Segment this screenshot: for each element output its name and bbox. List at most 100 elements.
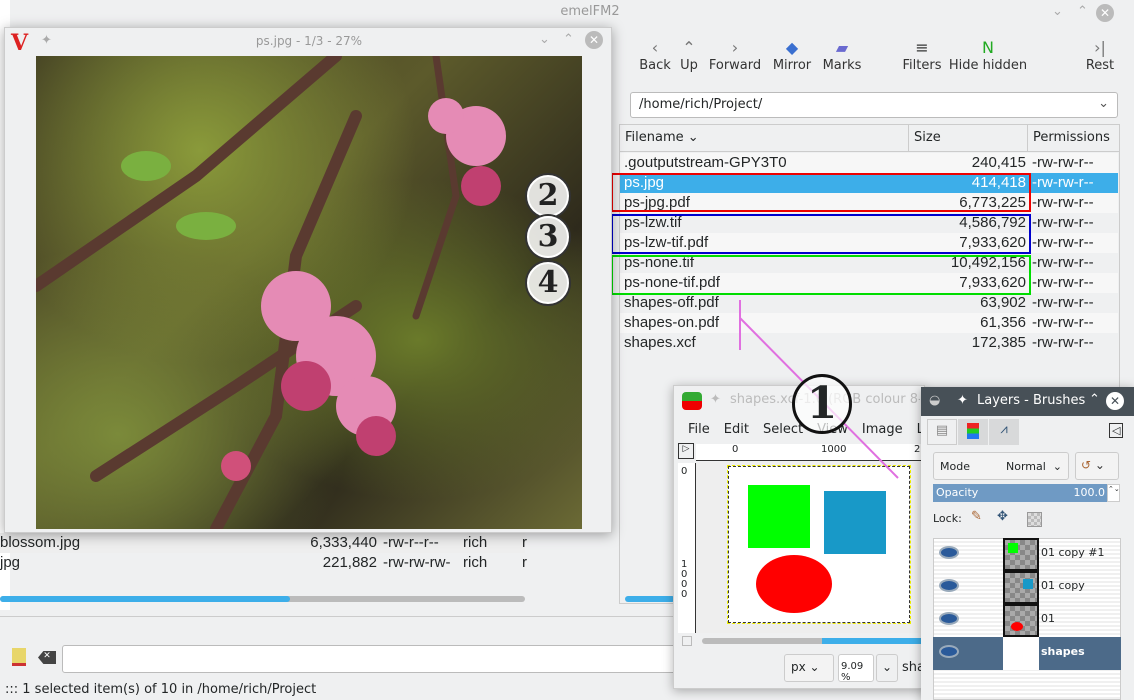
image-canvas[interactable] xyxy=(727,465,911,624)
tab-paths[interactable]: ⩘ xyxy=(989,419,1019,445)
image-viewer-window: V ✦ ps.jpg - 1/3 - 27% ⌄ ⌃ ✕ xyxy=(4,27,612,533)
zoom-input[interactable]: 9.09 % xyxy=(838,654,874,683)
column-permissions[interactable]: Permissions xyxy=(1027,124,1120,152)
gimp-image-window: ✦ shapes.xcf-1.0 (RGB colour 8-bit FileE… xyxy=(673,385,926,689)
visibility-eye-icon[interactable] xyxy=(939,645,959,658)
file-permissions: -rw-rw-r-- xyxy=(1032,274,1094,291)
lock-pixels-icon[interactable]: ✎ xyxy=(971,509,982,524)
menu-file[interactable]: File xyxy=(688,422,710,437)
visibility-eye-icon[interactable] xyxy=(939,579,959,592)
file-name: blossom.jpg xyxy=(0,534,81,551)
visibility-eye-icon[interactable] xyxy=(939,612,959,625)
menu-image[interactable]: Image xyxy=(862,422,903,437)
opacity-spinner[interactable]: ⌃⌄ xyxy=(1107,484,1120,502)
file-permissions: -rw-rw-r-- xyxy=(1032,154,1094,171)
close-button[interactable]: ✕ xyxy=(1106,392,1124,410)
file-row[interactable]: shapes-on.pdf 61,356 -rw-rw-r-- xyxy=(620,313,1118,333)
horizontal-ruler: 0 1000 2 xyxy=(696,444,926,461)
file-row[interactable]: shapes-off.pdf 63,902 -rw-rw-r-- xyxy=(620,293,1118,313)
minimize-button[interactable]: ⌄ xyxy=(1052,4,1063,19)
zoom-dropdown[interactable]: ⌄ xyxy=(876,654,898,682)
gimp-logo-icon xyxy=(682,392,702,410)
layer-name: shapes xyxy=(1041,645,1085,658)
file-name: .goutputstream-GPY3T0 xyxy=(624,154,787,171)
visibility-eye-icon[interactable] xyxy=(939,546,959,559)
mode-select[interactable]: Mode Normal ⌄ xyxy=(933,452,1069,480)
toolbar-button-hide-hidden[interactable]: N Hide hidden xyxy=(948,36,1028,74)
unit-value: px xyxy=(791,660,806,674)
layer-row[interactable]: 01 xyxy=(933,604,1121,637)
column-filename[interactable]: Filename ⌄ xyxy=(620,124,908,152)
file-row[interactable]: .goutputstream-GPY3T0 240,415 -rw-rw-r-- xyxy=(620,153,1118,173)
layer-row[interactable]: 01 copy xyxy=(933,571,1121,604)
file-size: 6,333,440 xyxy=(310,534,377,551)
bookmark-icon[interactable] xyxy=(12,648,26,666)
file-name: jpg xyxy=(0,554,21,571)
column-label: Permissions xyxy=(1033,130,1110,145)
tab-channels[interactable] xyxy=(958,419,988,445)
toolbar-label: Marks xyxy=(822,58,862,73)
file-permissions: -rw-rw-r-- xyxy=(1032,234,1094,251)
tab-layers[interactable]: ▤ xyxy=(927,419,957,445)
layer-thumbnail xyxy=(1003,637,1039,670)
annotation-1: 1 xyxy=(792,374,852,434)
ruler-label: 1000 xyxy=(681,559,688,600)
vertical-ruler: 0 1000 xyxy=(678,463,696,633)
file-row[interactable]: blossom.jpg 6,333,440 -rw-r--r-- rich r xyxy=(0,533,527,553)
unit-select[interactable]: px ⌄ xyxy=(784,654,834,682)
highlight-box-green xyxy=(611,255,1031,295)
lock-position-icon[interactable]: ✥ xyxy=(997,509,1008,524)
maximize-button[interactable]: ⌃ xyxy=(563,32,574,47)
file-row[interactable]: jpg 221,882 -rw-rw-rw-rich r xyxy=(0,553,527,573)
quick-mask-toggle[interactable]: ▷ xyxy=(678,443,694,459)
layer-row[interactable]: shapes xyxy=(933,637,1121,670)
collapse-button[interactable]: ⌃ xyxy=(1089,392,1100,407)
layer-row[interactable]: 01 copy #1 xyxy=(933,538,1121,571)
composite-mode-button[interactable]: ↺ ⌄ xyxy=(1075,452,1119,480)
pin-icon[interactable]: ✦ xyxy=(957,393,968,408)
file-row[interactable]: shapes.xcf 172,385 -rw-rw-r-- xyxy=(620,333,1118,353)
annotation-4: 4 xyxy=(527,262,569,304)
menu-select[interactable]: Select xyxy=(763,422,803,437)
toolbar-label: Rest xyxy=(1085,58,1115,73)
right-scrollbar[interactable] xyxy=(625,596,675,602)
layer-name: 01 copy xyxy=(1041,579,1085,592)
blossom-photo xyxy=(36,56,506,529)
layer-thumbnail xyxy=(1003,538,1039,571)
opacity-slider[interactable]: Opacity 100.0 xyxy=(933,484,1107,502)
chevron-down-icon: ⌄ xyxy=(1098,96,1109,111)
annotation-2: 2 xyxy=(527,175,569,217)
mode-label: Mode xyxy=(940,460,970,473)
close-button[interactable]: ✕ xyxy=(1096,4,1114,22)
file-owner: rich xyxy=(463,554,488,571)
minimize-button[interactable]: ⌄ xyxy=(539,32,550,47)
lock-alpha-icon[interactable] xyxy=(1027,512,1042,527)
column-label: Filename xyxy=(625,130,684,145)
layer-thumbnail xyxy=(1003,604,1039,637)
maximize-button[interactable]: ⌃ xyxy=(1077,4,1088,19)
file-permissions: -rw-rw-r-- xyxy=(1032,314,1094,331)
status-text: ::: 1 selected item(s) of 10 in /home/ri… xyxy=(5,682,317,697)
tab-menu-button[interactable]: ◁ xyxy=(1109,423,1124,438)
close-button[interactable]: ✕ xyxy=(585,31,603,49)
h-scrollbar[interactable] xyxy=(702,638,926,644)
menu-edit[interactable]: Edit xyxy=(724,422,749,437)
opacity-label: Opacity xyxy=(936,486,979,499)
canvas[interactable] xyxy=(696,462,926,633)
ruler-label: 0 xyxy=(681,466,688,477)
toolbar-button-rest[interactable]: ›| Rest xyxy=(1060,36,1134,74)
pin-icon[interactable]: ✦ xyxy=(710,392,721,407)
command-input[interactable] xyxy=(62,645,682,673)
layer-name: 01 xyxy=(1041,612,1055,625)
highlight-box-red xyxy=(611,173,1031,212)
left-scrollbar[interactable] xyxy=(0,596,525,602)
hide-hidden-icon: N xyxy=(982,37,994,57)
column-size[interactable]: Size xyxy=(908,124,1027,152)
file-permissions: -rw-rw-r-- xyxy=(1032,294,1094,311)
file-size: 61,356 xyxy=(980,314,1026,331)
toolbar-button-marks[interactable]: ▰ Marks xyxy=(802,36,882,74)
clear-icon[interactable]: ✕ xyxy=(38,651,56,664)
path-combo[interactable]: /home/rich/Project/ ⌄ xyxy=(630,92,1118,118)
navigate-button[interactable] xyxy=(682,636,692,646)
marks-icon: ▰ xyxy=(835,37,849,57)
